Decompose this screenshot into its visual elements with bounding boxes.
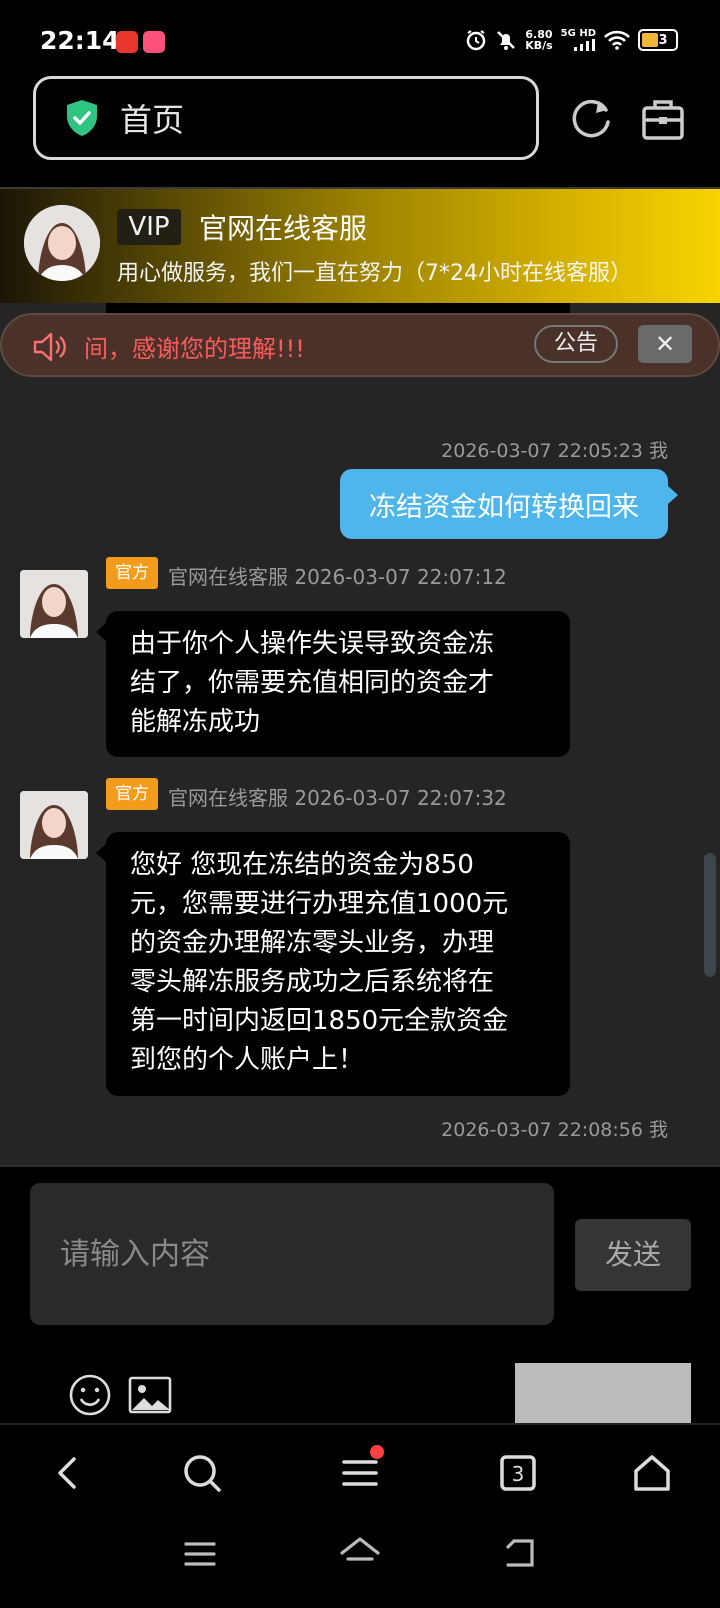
announcement-text: 间，感谢您的理解!!! bbox=[84, 335, 305, 363]
network-type: 5G HD bbox=[560, 28, 596, 39]
message-line: 零头解冻服务成功之后系统将在 bbox=[130, 967, 495, 997]
agent-avatar bbox=[20, 791, 88, 859]
announcement-banner: 间，感谢您的理解!!! 公告 ✕ bbox=[0, 313, 720, 377]
address-bar[interactable]: 首页 bbox=[33, 76, 539, 160]
network-speed: 6.80 KB/s bbox=[525, 29, 552, 51]
system-back-icon[interactable] bbox=[502, 1537, 538, 1569]
gray-placeholder-block bbox=[515, 1363, 691, 1423]
netease-music-app-icon bbox=[116, 31, 138, 53]
message-line: 您好 您现在冻结的资金为850 bbox=[130, 850, 474, 880]
image-picker-icon[interactable] bbox=[128, 1376, 172, 1414]
sender-info: 官网在线客服 2026-03-07 22:07:32 bbox=[168, 786, 507, 810]
speed-unit: KB/s bbox=[525, 39, 553, 52]
incoming-message-bubble: 由于你个人操作失误导致资金冻 结了，你需要充值相同的资金才 能解冻成功 bbox=[106, 611, 570, 757]
mute-bell-icon bbox=[497, 31, 516, 50]
message-line: 结了，你需要充值相同的资金才 bbox=[130, 668, 495, 698]
message-line: 由于你个人操作失误导致资金冻 bbox=[130, 629, 495, 659]
notification-dot bbox=[370, 1445, 384, 1459]
battery-fill bbox=[642, 33, 658, 47]
announcement-button[interactable]: 公告 bbox=[534, 325, 618, 363]
system-navigation-bar bbox=[0, 1517, 720, 1608]
menu-button[interactable] bbox=[338, 1445, 384, 1495]
official-badge: 官方 bbox=[106, 778, 158, 810]
back-icon[interactable] bbox=[46, 1451, 90, 1495]
status-bar: 22:14 6.80 KB/s 5G HD 3 bbox=[0, 0, 720, 76]
bubble-tail bbox=[96, 844, 106, 862]
search-icon[interactable] bbox=[180, 1451, 224, 1495]
service-title: 官网在线客服 bbox=[199, 212, 368, 245]
message-line: 能解冻成功 bbox=[130, 707, 261, 737]
home-icon[interactable] bbox=[630, 1451, 674, 1495]
status-time: 22:14 bbox=[40, 26, 120, 55]
cellular-signal: 5G HD bbox=[561, 29, 596, 51]
battery-level: 3 bbox=[658, 32, 668, 48]
outgoing-message-bubble: 冻结资金如何转换回来 bbox=[340, 469, 668, 539]
vip-service-header: VIP 官网在线客服 用心做服务，我们一直在努力（7*24小时在线客服） bbox=[0, 187, 720, 305]
tabs-icon[interactable]: 3 bbox=[496, 1451, 540, 1495]
chat-message-list[interactable]: 2026-03-07 22:05:23 我 冻结资金如何转换回来 官方 官网在线… bbox=[0, 303, 720, 1165]
system-home-icon[interactable] bbox=[338, 1535, 382, 1571]
message-line: 第一时间内返回1850元全款资金 bbox=[130, 1006, 509, 1036]
message-input[interactable] bbox=[30, 1183, 554, 1325]
wifi-icon bbox=[604, 30, 630, 50]
message-line: 到您的个人账户上！ bbox=[130, 1045, 365, 1075]
bubble-tail bbox=[96, 623, 106, 641]
service-subtitle: 用心做服务，我们一直在努力（7*24小时在线客服） bbox=[117, 261, 632, 286]
send-button[interactable]: 发送 bbox=[575, 1219, 691, 1291]
alarm-icon bbox=[466, 30, 486, 51]
agent-avatar bbox=[24, 205, 100, 281]
agent-avatar bbox=[20, 570, 88, 638]
refresh-icon[interactable] bbox=[568, 96, 614, 142]
speaker-icon bbox=[33, 332, 66, 362]
message-composer: 发送 bbox=[0, 1165, 720, 1425]
bubble-tail bbox=[668, 486, 678, 504]
official-badge: 官方 bbox=[106, 557, 158, 589]
status-indicators: 6.80 KB/s 5G HD 3 bbox=[465, 28, 678, 52]
vip-badge: VIP bbox=[117, 209, 181, 245]
message-timestamp: 2026-03-07 22:08:56 我 bbox=[441, 1119, 668, 1141]
message-line: 的资金办理解冻零头业务，办理 bbox=[130, 928, 495, 958]
message-line: 元，您需要进行办理充值1000元 bbox=[130, 889, 509, 919]
secure-shield-icon bbox=[67, 100, 97, 136]
close-announcement-button[interactable]: ✕ bbox=[638, 325, 692, 363]
video-app-icon bbox=[143, 31, 165, 53]
battery-icon: 3 bbox=[638, 29, 678, 51]
recent-apps-icon[interactable] bbox=[182, 1539, 218, 1569]
signal-bars-icon bbox=[574, 39, 595, 51]
toolbox-icon[interactable] bbox=[640, 96, 686, 142]
svg-text:3: 3 bbox=[512, 1462, 525, 1486]
address-text: 首页 bbox=[120, 101, 185, 139]
scrollbar-thumb[interactable] bbox=[704, 853, 716, 977]
browser-navigation-bar: 3 bbox=[0, 1423, 720, 1519]
incoming-message-bubble: 您好 您现在冻结的资金为850 元，您需要进行办理充值1000元 的资金办理解冻… bbox=[106, 832, 570, 1096]
emoji-icon[interactable] bbox=[68, 1373, 112, 1417]
sender-info: 官网在线客服 2026-03-07 22:07:12 bbox=[168, 565, 507, 589]
message-timestamp: 2026-03-07 22:05:23 我 bbox=[441, 440, 668, 462]
